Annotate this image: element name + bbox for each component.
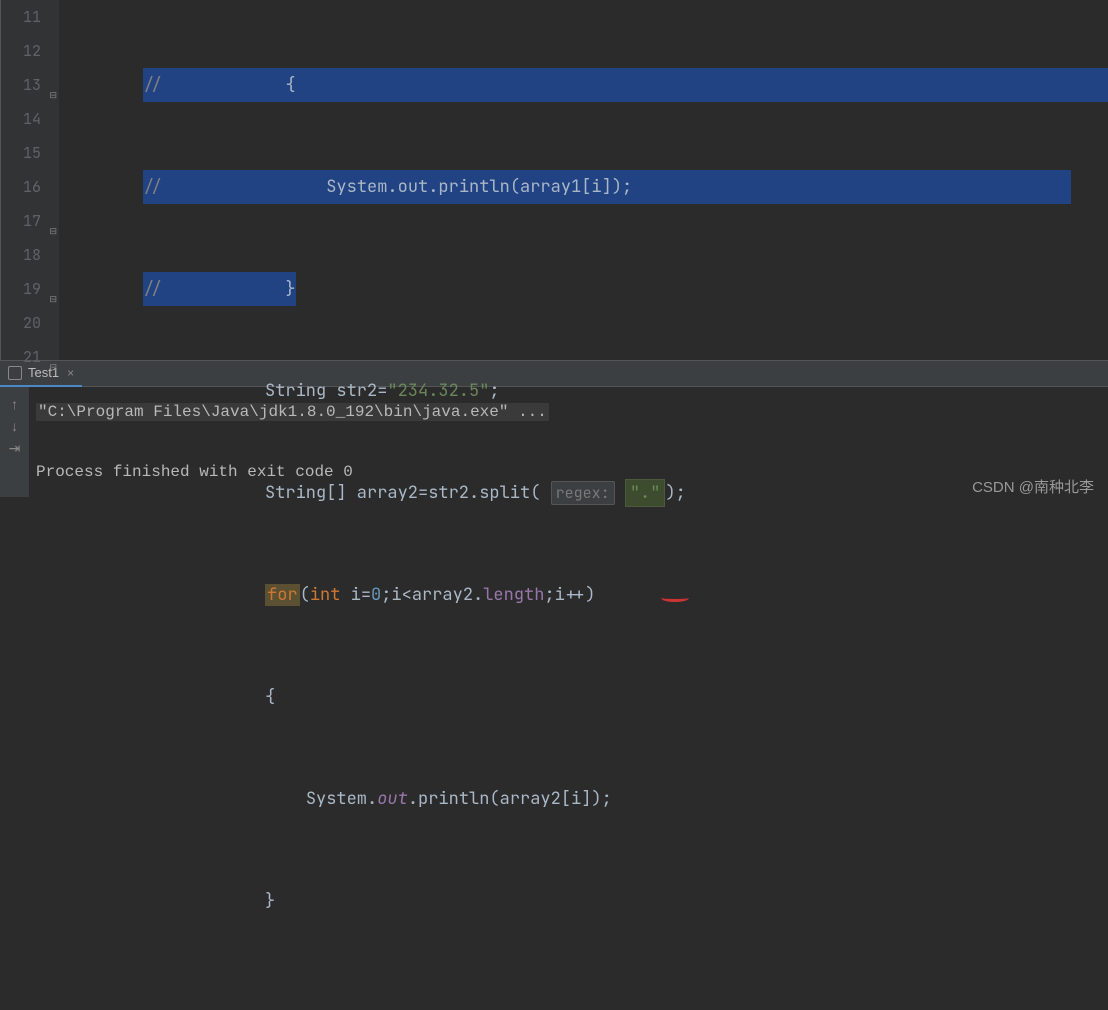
code-line: // System.out.println(array1[i]); — [61, 170, 1108, 204]
line-number: 17⊟ — [1, 204, 41, 238]
code-line — [61, 986, 1108, 1010]
watermark: CSDN @南种北李 — [972, 476, 1094, 497]
code-line: for(int i=0;i<array2.length;i++) — [61, 578, 1108, 612]
code-line: System.out.println(array2[i]); — [61, 782, 1108, 816]
error-marker-icon — [661, 594, 689, 602]
code-line: // } — [61, 272, 1108, 306]
line-number: 18 — [1, 238, 41, 272]
code-editor[interactable]: 11 12 13⊟ 14 15 16 17⊟ 18 19⊟ 20 21⊟ // … — [1, 0, 1108, 360]
line-number: 19⊟ — [1, 272, 41, 306]
console-output[interactable]: ↑ ↓ ⇥ "C:\Program Files\Java\jdk1.8.0_19… — [0, 387, 1108, 497]
line-number: 11 — [1, 0, 41, 34]
line-number: 12 — [1, 34, 41, 68]
console-line: "C:\Program Files\Java\jdk1.8.0_192\bin\… — [36, 397, 1096, 427]
code-line: // { — [61, 68, 1108, 102]
console-blank — [36, 427, 1096, 457]
fold-marker-icon[interactable]: ⊟ — [48, 214, 57, 223]
main-area: out src String学习.iml External Libraries … — [0, 0, 1108, 360]
line-number: 20 — [1, 306, 41, 340]
line-number: 21⊟ — [1, 340, 41, 374]
line-number: 15 — [1, 136, 41, 170]
arrow-down-icon[interactable]: ↓ — [7, 413, 23, 429]
arrow-up-icon[interactable]: ↑ — [7, 391, 23, 407]
console-result: Process finished with exit code 0 — [36, 457, 1096, 487]
fold-marker-icon[interactable]: ⊟ — [48, 350, 57, 359]
line-number: 14 — [1, 102, 41, 136]
code-line: } — [61, 884, 1108, 918]
fold-marker-icon[interactable]: ⊟ — [48, 78, 57, 87]
code-line: { — [61, 680, 1108, 714]
code-content[interactable]: // { // System.out.println(array1[i]); — [59, 0, 1108, 360]
fold-marker-icon[interactable]: ⊟ — [48, 282, 57, 291]
line-number: 13⊟ — [1, 68, 41, 102]
wrap-icon[interactable]: ⇥ — [7, 435, 23, 451]
line-number: 16 — [1, 170, 41, 204]
line-gutter: 11 12 13⊟ 14 15 16 17⊟ 18 19⊟ 20 21⊟ — [1, 0, 59, 360]
console-toolbar: ↑ ↓ ⇥ — [0, 387, 30, 497]
